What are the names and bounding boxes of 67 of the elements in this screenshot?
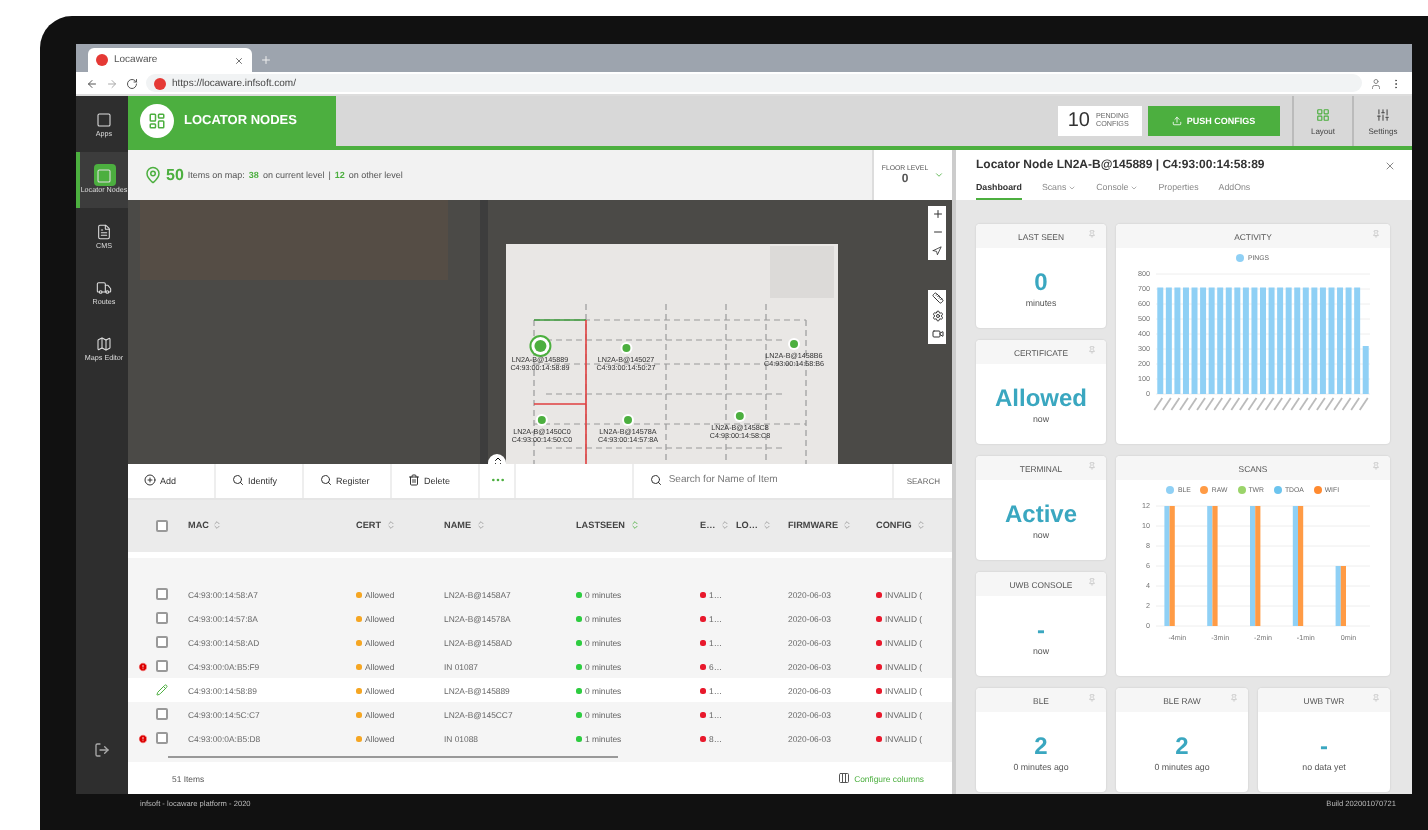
caret-icon — [934, 169, 945, 180]
settings-icon — [931, 310, 943, 323]
pin-icon[interactable] — [1088, 230, 1096, 238]
map-pin-icon — [144, 165, 162, 184]
scrollbar-thumb[interactable] — [168, 755, 618, 758]
sort-icon[interactable] — [385, 520, 396, 531]
add-icon — [144, 474, 156, 487]
pin-icon[interactable] — [1088, 578, 1096, 586]
close-icon[interactable] — [1384, 160, 1396, 172]
reload-icon[interactable] — [126, 77, 138, 89]
stat-value: 2 — [1034, 733, 1048, 757]
sort-icon[interactable] — [629, 520, 640, 531]
truck-icon — [96, 279, 112, 296]
pin-icon[interactable] — [1372, 230, 1380, 238]
site-icon — [154, 77, 166, 89]
stat-value: Active — [1004, 501, 1078, 525]
map-icon — [96, 335, 112, 352]
new-tab-icon[interactable] — [260, 54, 272, 66]
forward-icon[interactable] — [106, 77, 118, 89]
stat-value: - — [1037, 617, 1045, 641]
pin-icon[interactable] — [1088, 462, 1096, 470]
document-icon — [96, 223, 112, 240]
row-checkbox[interactable] — [156, 612, 168, 625]
pending-count: 10 — [1067, 110, 1090, 132]
pin-icon[interactable] — [1230, 694, 1238, 702]
favicon-icon — [96, 54, 108, 66]
camera-icon — [931, 328, 943, 341]
grid-icon — [148, 112, 166, 130]
search-icon — [320, 474, 332, 487]
back-icon[interactable] — [86, 77, 98, 89]
columns-icon — [838, 772, 851, 785]
item-count: 50 — [166, 165, 184, 184]
pin-icon[interactable] — [1088, 346, 1096, 354]
sort-icon[interactable] — [915, 520, 926, 531]
pin-icon[interactable] — [1372, 462, 1380, 470]
row-checkbox[interactable] — [156, 588, 168, 601]
zoom-in-button[interactable] — [928, 205, 946, 224]
sort-icon[interactable] — [719, 520, 730, 531]
edit-icon[interactable] — [156, 684, 168, 697]
layout-icon — [1316, 107, 1330, 121]
row-checkbox[interactable] — [156, 660, 168, 673]
sliders-icon — [1376, 107, 1390, 121]
sort-icon[interactable] — [842, 520, 853, 531]
search-icon — [650, 474, 663, 487]
sort-icon[interactable] — [761, 520, 772, 531]
profile-icon[interactable] — [1370, 77, 1382, 89]
logout-icon[interactable] — [94, 742, 110, 758]
select-all-checkbox[interactable] — [156, 519, 168, 532]
upload-icon — [1172, 116, 1183, 126]
stat-value: - — [1320, 733, 1328, 757]
pin-icon[interactable] — [1372, 694, 1380, 702]
pin-icon[interactable] — [1088, 694, 1096, 702]
plus-icon — [931, 208, 943, 221]
arrow-icon — [932, 245, 942, 256]
sort-icon[interactable] — [212, 520, 223, 531]
row-checkbox[interactable] — [156, 732, 168, 745]
minus-icon — [931, 226, 943, 239]
stat-value: 2 — [1175, 733, 1189, 757]
search-icon — [232, 474, 244, 487]
stat-value: Allowed — [994, 385, 1087, 409]
ruler-icon — [931, 292, 943, 305]
sort-icon[interactable] — [475, 520, 486, 531]
row-checkbox[interactable] — [156, 708, 168, 721]
stat-value: 0 — [1034, 269, 1048, 293]
row-checkbox[interactable] — [156, 636, 168, 649]
trash-icon — [408, 474, 420, 487]
ruler-button[interactable] — [928, 289, 946, 308]
